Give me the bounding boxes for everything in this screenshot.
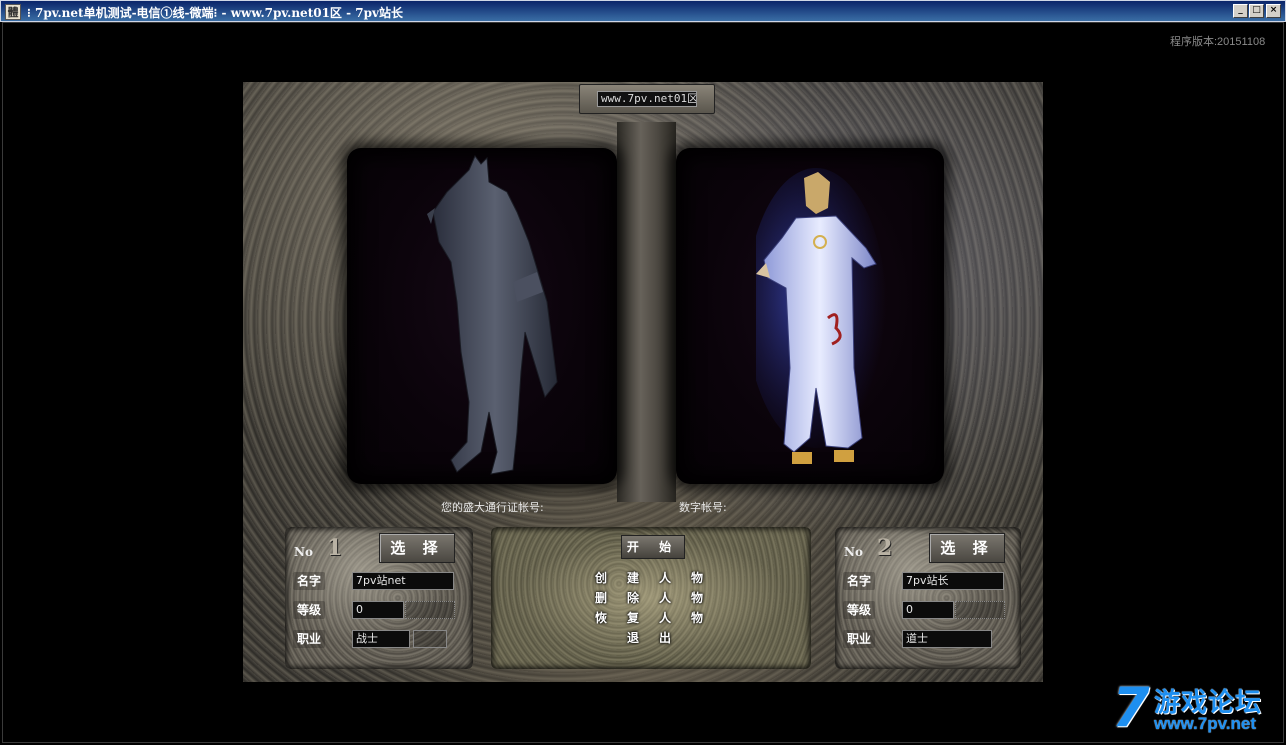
select-button-2[interactable]: 选 择: [929, 533, 1005, 563]
sdo-account-label: 您的盛大通行证帐号:: [441, 501, 544, 514]
name-field-1: 7pv站net: [352, 572, 454, 590]
job-field-2: 道士: [902, 630, 992, 648]
character-slot-1: No 1 选 择 名字 7pv站net 等级 0 职业 战士: [285, 527, 473, 669]
action-menu: 开 始 创 建 人 物 删 除 人 物 恢 复 人 物 退 出: [491, 527, 811, 669]
menu-char: 出: [658, 631, 671, 645]
menu-char: 物: [690, 611, 703, 625]
exit-button[interactable]: 退 出: [491, 629, 811, 647]
digital-account-label: 数字帐号:: [679, 501, 727, 514]
logo-digit: 7: [1112, 676, 1150, 739]
menu-char: 人: [658, 591, 671, 605]
slot-number: 2: [877, 535, 893, 561]
taoist-character[interactable]: [756, 168, 906, 488]
level-extra-box: [405, 601, 455, 619]
job-label: 职业: [293, 630, 325, 648]
character-select-panel: www.7pv.net01区 您的盛大通行证帐号: 数字帐号: No 1 选 择…: [243, 82, 1043, 682]
start-button[interactable]: 开 始: [621, 535, 685, 559]
menu-char: 恢: [594, 611, 607, 625]
minimize-button[interactable]: _: [1233, 4, 1248, 18]
job-label: 职业: [843, 630, 875, 648]
job-field-1: 战士: [352, 630, 410, 648]
job-extra-box: [413, 630, 447, 648]
delete-character-button[interactable]: 删 除 人 物: [491, 589, 811, 607]
name-label: 名字: [293, 572, 325, 590]
server-name-label: www.7pv.net01区: [597, 91, 697, 107]
name-label: 名字: [843, 572, 875, 590]
forum-logo: 7 游戏论坛 www.7pv.net: [1108, 676, 1282, 742]
server-plate: www.7pv.net01区: [579, 84, 715, 114]
menu-char: 建: [626, 571, 639, 585]
create-character-button[interactable]: 创 建 人 物: [491, 569, 811, 587]
menu-char: 物: [690, 591, 703, 605]
menu-char: 删: [594, 591, 607, 605]
window-title: ⁝ 7pv.net单机测试-电信①线-微端⁝ - www.7pv.net01区 …: [27, 6, 403, 20]
level-label: 等级: [293, 601, 325, 619]
menu-char: 复: [626, 611, 639, 625]
version-label: 程序版本:20151108: [1170, 36, 1266, 48]
app-icon: 體: [5, 4, 21, 20]
maximize-button[interactable]: □: [1249, 4, 1264, 18]
slot-number-label: No: [294, 545, 313, 559]
menu-char: 创: [594, 571, 607, 585]
level-extra-box: [955, 601, 1005, 619]
close-button[interactable]: ×: [1266, 4, 1281, 18]
warrior-character[interactable]: [417, 152, 567, 482]
menu-char: 退: [626, 631, 639, 645]
name-field-2: 7pv站长: [902, 572, 1004, 590]
character-alcove-left[interactable]: [347, 148, 617, 484]
window-title-bar[interactable]: 體 ⁝ 7pv.net单机测试-电信①线-微端⁝ - www.7pv.net01…: [0, 0, 1286, 22]
stone-pillar: [617, 122, 676, 502]
slot-number: 1: [327, 535, 343, 561]
character-alcove-right[interactable]: [676, 148, 944, 484]
menu-char: 物: [690, 571, 703, 585]
restore-character-button[interactable]: 恢 复 人 物: [491, 609, 811, 627]
logo-url: www.7pv.net: [1154, 714, 1257, 733]
level-field-2: 0: [902, 601, 954, 619]
menu-char: 人: [658, 571, 671, 585]
character-slot-2: No 2 选 择 名字 7pv站长 等级 0 职业 道士: [835, 527, 1021, 669]
level-label: 等级: [843, 601, 875, 619]
menu-char: 除: [626, 591, 639, 605]
level-field-1: 0: [352, 601, 404, 619]
select-button-1[interactable]: 选 择: [379, 533, 455, 563]
slot-number-label: No: [844, 545, 863, 559]
menu-char: 人: [658, 611, 671, 625]
